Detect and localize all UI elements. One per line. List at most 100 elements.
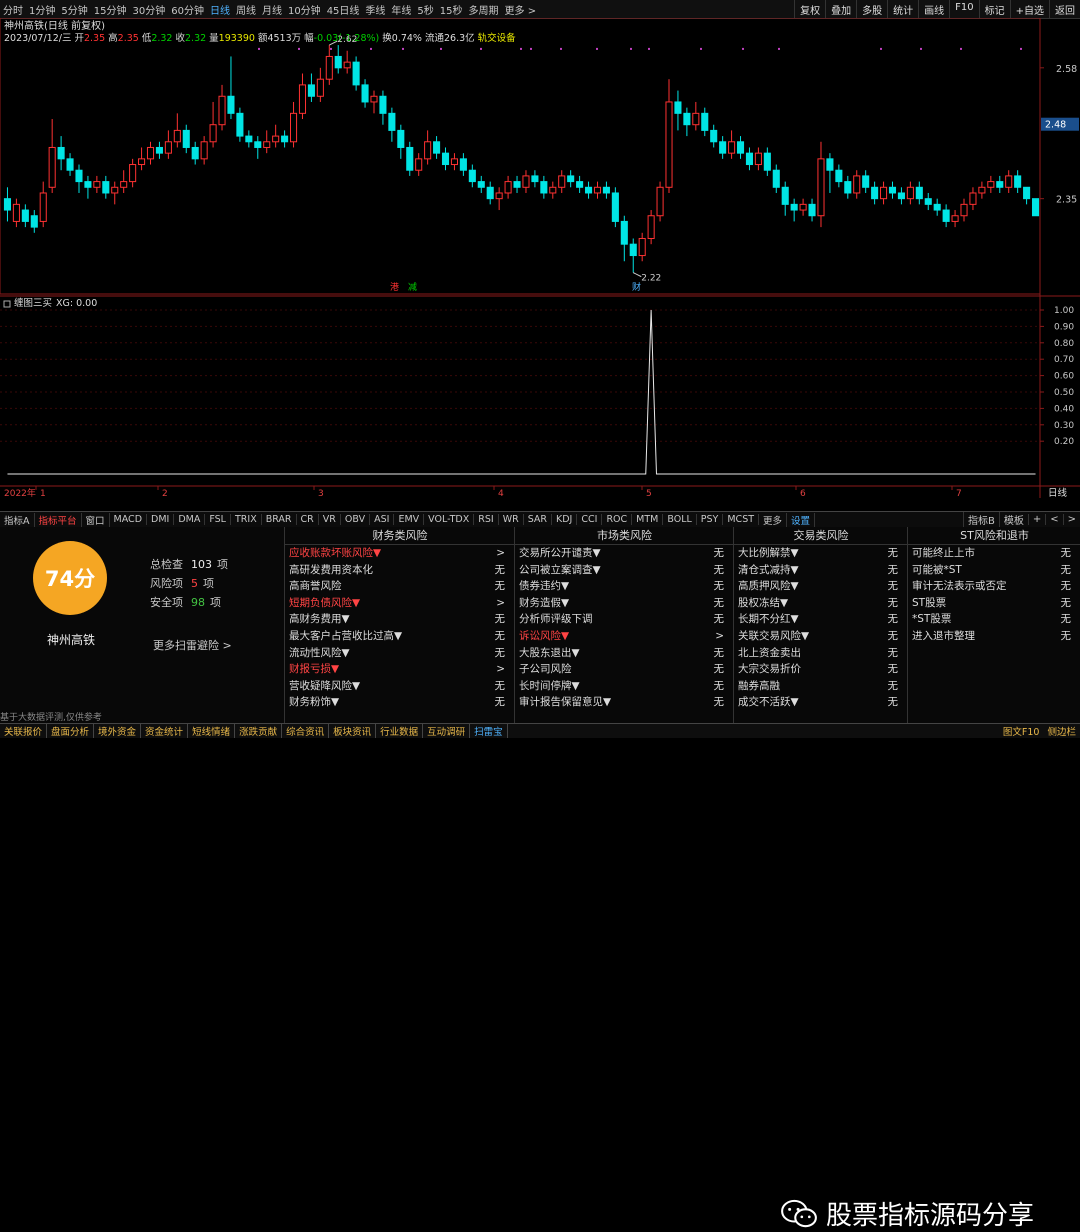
toolbar-button[interactable]: 复权 [794,0,825,18]
risk-item[interactable]: 公司被立案调查▼ 无 [515,562,734,579]
indicator-tab[interactable]: VR [319,514,341,525]
indicator-tab[interactable]: PSY [697,514,724,525]
indicator-tab[interactable]: CCI [577,514,603,525]
indicator-tab[interactable]: ASI [370,514,395,525]
risk-item[interactable]: 流动性风险▼ 无 [285,645,515,662]
period-tab[interactable]: 15分钟 [91,2,130,17]
risk-item[interactable]: 大宗交易折价 无 [734,661,908,678]
bottom-tab[interactable]: 涨跌贡献 [235,724,283,738]
risk-item[interactable]: 子公司风险 无 [515,661,734,678]
bottom-tab[interactable]: 资金统计 [141,724,189,738]
indicator-right-tab[interactable]: 模板 [998,512,1028,527]
risk-item[interactable]: *ST股票 无 [908,611,1080,628]
toolbar-button[interactable]: +自选 [1009,0,1049,18]
risk-item[interactable]: 高财务费用▼ 无 [285,611,515,628]
period-tab[interactable]: 多周期 [466,2,502,17]
risk-item[interactable]: 短期负债风险▼ > [285,595,515,612]
risk-item[interactable]: 债券违约▼ 无 [515,578,734,595]
bottom-tab[interactable]: 关联报价 [0,724,48,738]
indicator-tab[interactable]: WR [499,514,524,525]
risk-item[interactable]: 诉讼风险▼ > [515,628,734,645]
indicator-tab[interactable]: TRIX [231,514,262,525]
indicator-tab[interactable]: EMV [394,514,425,525]
bottom-tab[interactable]: 互动调研 [423,724,471,738]
period-tab[interactable]: 季线 [362,2,388,17]
indicator-tab[interactable]: FSL [205,514,231,525]
indicator-tab[interactable]: RSI [474,514,499,525]
risk-item[interactable]: 融券高融 无 [734,678,908,695]
toolbar-button[interactable]: 多股 [856,0,887,18]
bottom-tab[interactable]: 境外资金 [94,724,142,738]
risk-item[interactable]: 进入退市整理 无 [908,628,1080,645]
risk-item[interactable]: 分析师评级下调 无 [515,611,734,628]
bottom-tab[interactable]: 板块资讯 [329,724,377,738]
toolbar-button[interactable]: 画线 [918,0,949,18]
period-tab[interactable]: 5分钟 [58,2,90,17]
toolbar-button[interactable]: F10 [949,0,978,18]
indicator-right-tab[interactable]: < [1045,514,1062,525]
risk-item[interactable]: 可能被*ST 无 [908,562,1080,579]
indicator-tab[interactable]: 更多 [759,512,788,527]
period-tab[interactable]: 60分钟 [168,2,207,17]
indicator-tab[interactable]: OBV [341,514,371,525]
risk-item[interactable]: 财报亏损▼ > [285,661,515,678]
risk-item[interactable]: 交易所公开谴责▼ 无 [515,545,734,562]
risk-item[interactable]: 高质押风险▼ 无 [734,578,908,595]
indicator-tab[interactable]: BRAR [262,514,297,525]
risk-item[interactable]: 应收账款坏账风险▼ > [285,545,515,562]
period-tab[interactable]: 分时 [0,2,26,17]
period-tab[interactable]: 30分钟 [129,2,168,17]
indicator-tab[interactable]: CR [297,514,319,525]
risk-item[interactable]: ST股票 无 [908,595,1080,612]
indicator-tab[interactable]: ROC [602,514,633,525]
risk-item[interactable]: 最大客户占营收比过高▼ 无 [285,628,515,645]
risk-item[interactable]: 长时间停牌▼ 无 [515,678,734,695]
period-tab[interactable]: 周线 [233,2,259,17]
kline-chart[interactable]: 神州高铁(日线 前复权)2023/07/12/三 开2.35 高2.35 低2.32 收… [0,18,1080,498]
risk-item[interactable]: 清仓式减持▼ 无 [734,562,908,579]
indicator-tab[interactable]: MACD [110,514,148,525]
indicator-tab[interactable]: 指标A [0,512,35,527]
bottom-tab[interactable]: 行业数据 [376,724,424,738]
risk-item[interactable]: 成交不活跃▼ 无 [734,694,908,711]
risk-item[interactable]: 高研发费用资本化 无 [285,562,515,579]
indicator-tab[interactable]: MCST [723,514,760,525]
bottom-right-button[interactable]: 侧边栏 [1043,724,1080,738]
period-tab[interactable]: 1分钟 [26,2,58,17]
bottom-tab[interactable]: 综合资讯 [282,724,330,738]
risk-item[interactable]: 财务粉饰▼ 无 [285,694,515,711]
indicator-tab[interactable]: DMA [174,514,206,525]
indicator-right-tab[interactable]: > [1062,514,1080,525]
period-tab[interactable]: 5秒 [414,2,436,17]
indicator-tab[interactable]: MTM [632,514,664,525]
bottom-right-button[interactable]: 图文F10 [999,724,1044,738]
indicator-tab[interactable]: 设置 [787,512,816,527]
risk-item[interactable]: 审计无法表示或否定 无 [908,578,1080,595]
risk-item[interactable]: 审计报告保留意见▼ 无 [515,694,734,711]
risk-item[interactable]: 大股东退出▼ 无 [515,645,734,662]
toolbar-button[interactable]: 统计 [887,0,918,18]
indicator-tab[interactable]: KDJ [552,514,578,525]
period-tab[interactable]: 10分钟 [285,2,324,17]
risk-item[interactable]: 大比例解禁▼ 无 [734,545,908,562]
indicator-tab[interactable]: BOLL [663,514,697,525]
bottom-tab[interactable]: 短线情绪 [188,724,236,738]
period-tab[interactable]: 年线 [388,2,414,17]
bottom-tab[interactable]: 扫雷宝 [470,724,508,738]
risk-item[interactable]: 长期不分红▼ 无 [734,611,908,628]
indicator-tab[interactable]: SAR [524,514,553,525]
period-tab[interactable]: 15秒 [437,2,466,17]
indicator-right-tab[interactable]: 指标B [962,512,999,527]
indicator-tab[interactable]: DMI [147,514,175,525]
indicator-tab[interactable]: 窗口 [82,512,110,527]
risk-item[interactable]: 北上资金卖出 无 [734,645,908,662]
risk-item[interactable]: 财务造假▼ 无 [515,595,734,612]
risk-item[interactable]: 关联交易风险▼ 无 [734,628,908,645]
risk-item[interactable]: 股权冻结▼ 无 [734,595,908,612]
indicator-tab[interactable]: VOL-TDX [424,514,475,525]
more-scan-link[interactable]: 更多扫雷避险 > [153,637,232,653]
risk-item[interactable]: 营收疑降风险▼ 无 [285,678,515,695]
toolbar-button[interactable]: 返回 [1049,0,1080,18]
period-tab[interactable]: 日线 [207,2,233,17]
risk-item[interactable]: 高商誉风险 无 [285,578,515,595]
